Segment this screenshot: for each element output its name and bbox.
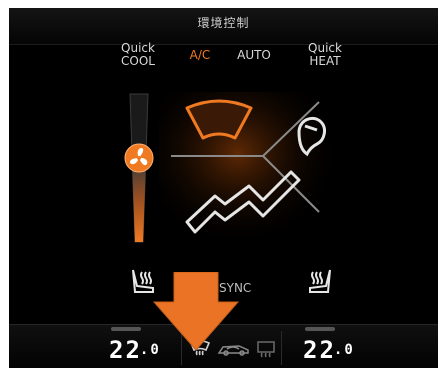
right-temp-dec: .0	[333, 342, 355, 358]
rear-defrost-icon[interactable]	[256, 339, 276, 359]
fan-icon[interactable]	[124, 143, 154, 173]
right-seat-heat-icon[interactable]	[304, 266, 334, 296]
quick-heat-button[interactable]: Quick HEAT	[295, 42, 355, 68]
auto-button[interactable]: AUTO	[224, 49, 284, 62]
divider	[281, 331, 282, 365]
left-temp-int: 22	[109, 336, 142, 364]
airflow-selector	[159, 92, 334, 252]
left-temp-indicator	[111, 327, 141, 331]
ac-button[interactable]: A/C	[170, 49, 230, 62]
right-temperature[interactable]: 22.0	[303, 338, 355, 362]
right-temp-indicator	[305, 327, 335, 331]
right-temp-int: 22	[303, 336, 336, 364]
fan-speed-slider[interactable]	[114, 92, 164, 247]
page-title: 環境控制	[197, 16, 250, 30]
quick-cool-button[interactable]: Quick COOL	[108, 42, 168, 68]
title-bar: 環境控制	[9, 8, 438, 45]
down-arrow-icon	[152, 272, 240, 351]
